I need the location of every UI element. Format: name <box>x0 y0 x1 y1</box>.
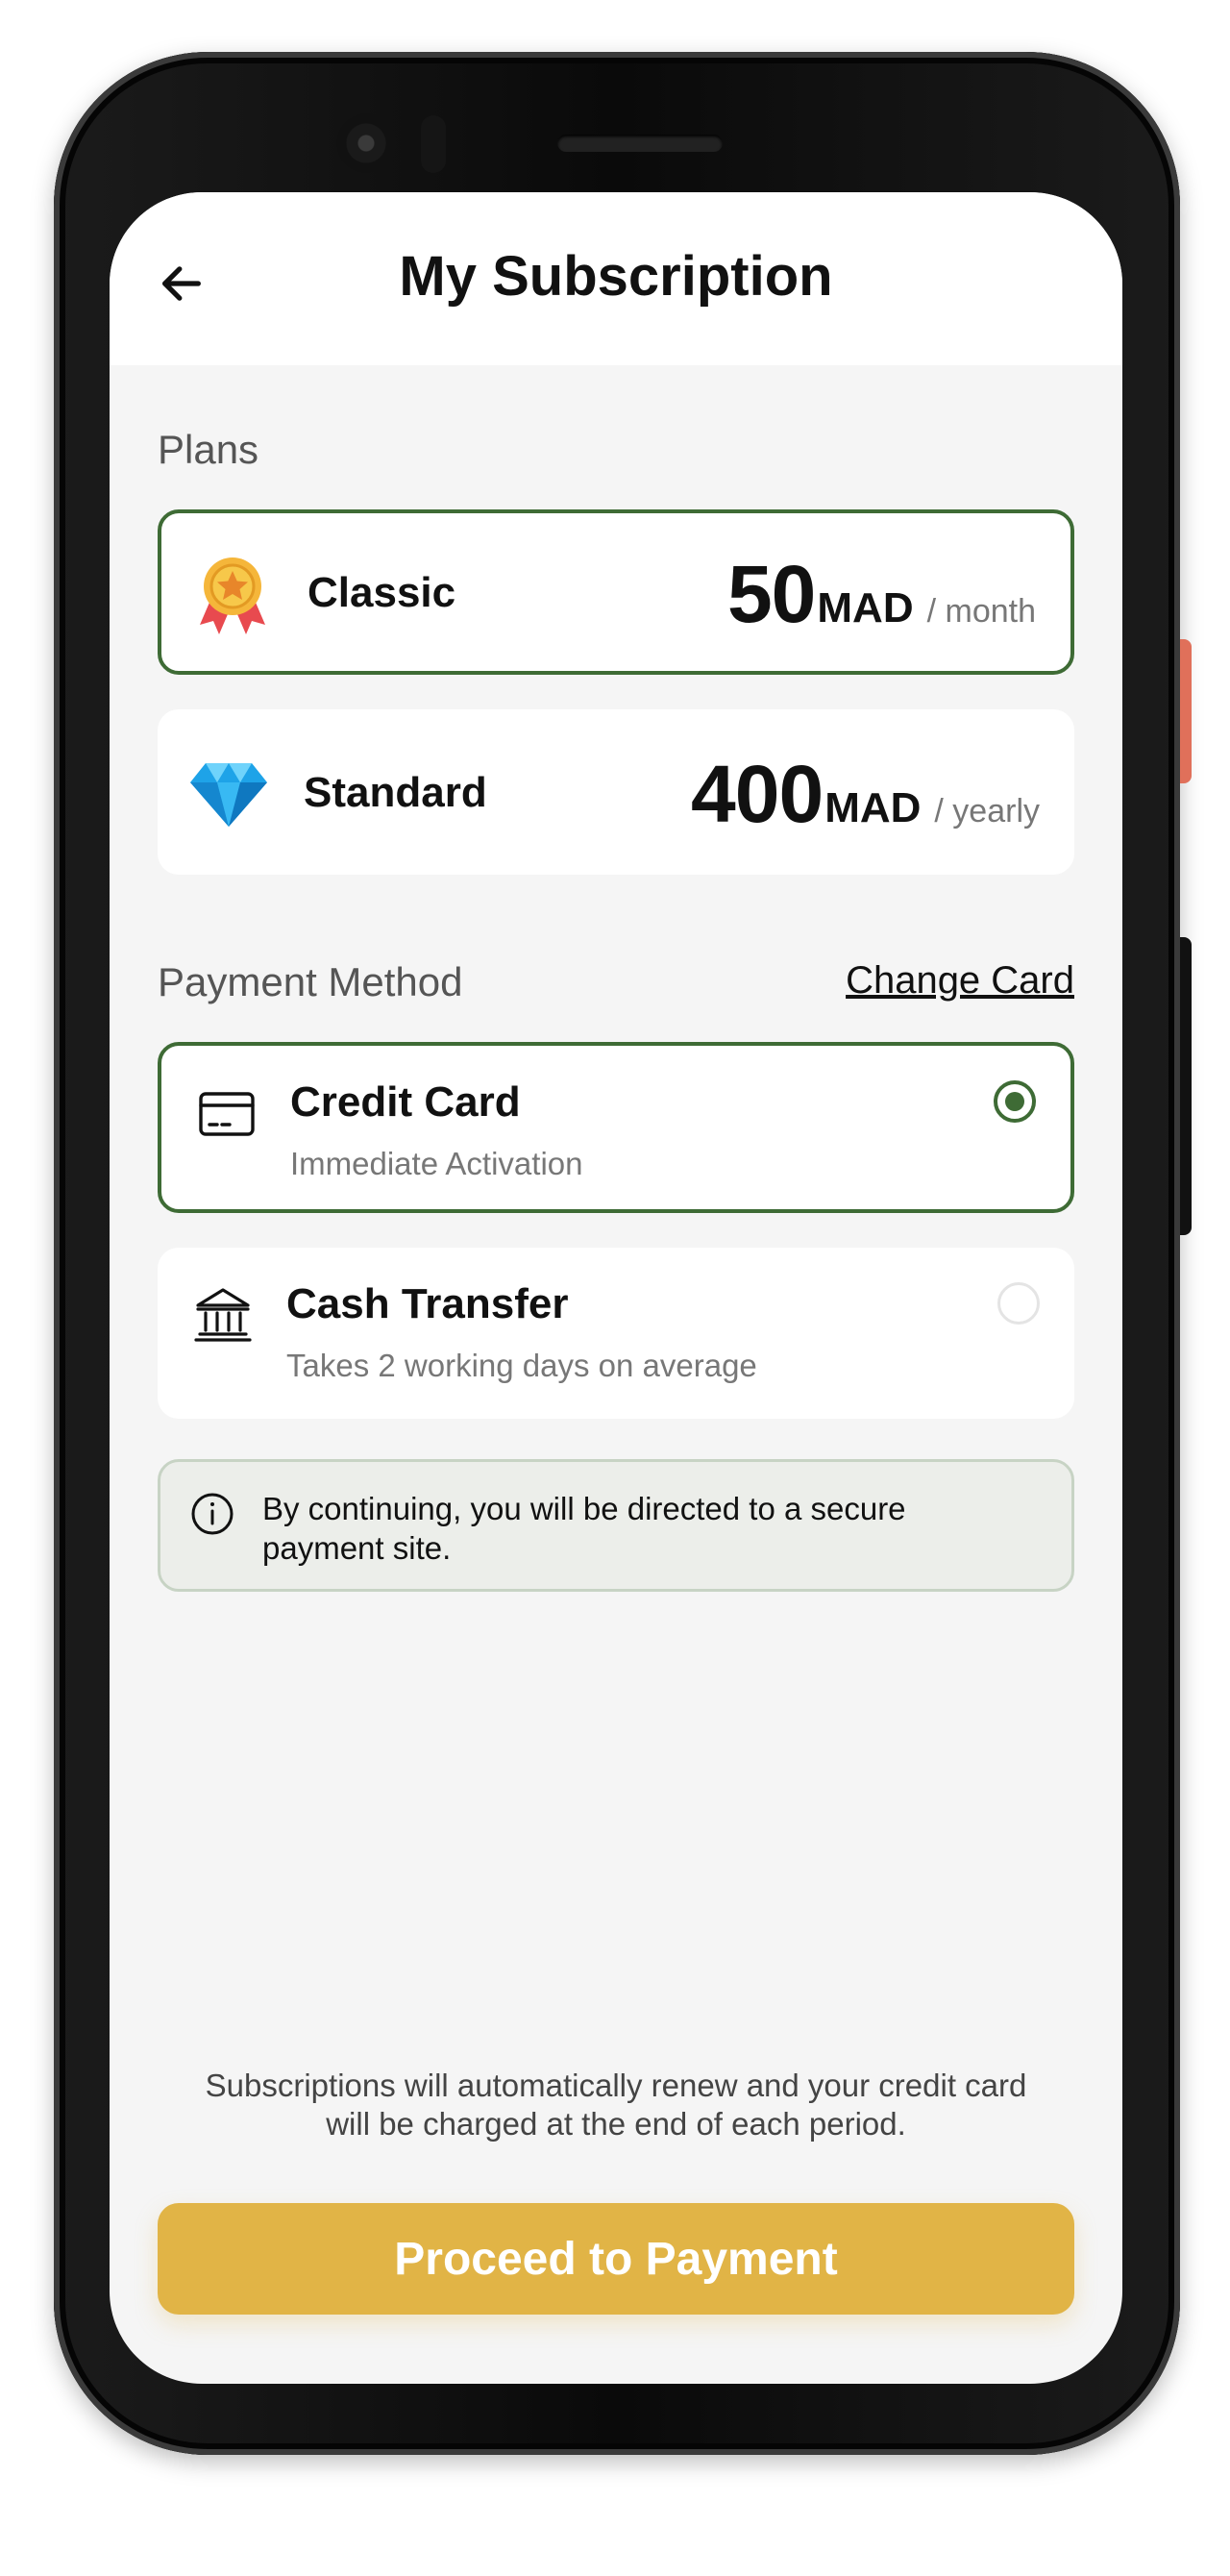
earpiece-speaker <box>557 135 723 152</box>
plan-name: Standard <box>304 769 487 816</box>
volume-button <box>1180 937 1192 1235</box>
front-camera <box>336 113 396 173</box>
plan-price: 400 MAD / yearly <box>691 748 1040 841</box>
renewal-disclaimer: Subscriptions will automatically renew a… <box>205 2068 1027 2142</box>
page-title: My Subscription <box>399 245 833 308</box>
bank-icon <box>194 1288 252 1342</box>
payment-option-name: Credit Card <box>290 1078 521 1126</box>
payment-section-label: Payment Method <box>158 959 463 1004</box>
payment-option-credit-card[interactable]: Credit Card Immediate Activation <box>158 1042 1074 1213</box>
proceed-to-payment-button[interactable]: Proceed to Payment <box>158 2203 1074 2315</box>
payment-option-cash-transfer[interactable]: Cash Transfer Takes 2 working days on av… <box>158 1248 1074 1419</box>
proximity-sensor <box>421 115 446 173</box>
notice-text: By continuing, you will be directed to a… <box>262 1491 906 1566</box>
power-button <box>1180 639 1192 783</box>
price-currency: MAD <box>817 584 914 632</box>
plans-section-label: Plans <box>158 427 259 472</box>
payment-option-subtitle: Takes 2 working days on average <box>286 1348 757 1383</box>
plan-card-standard[interactable]: Standard 400 MAD / yearly <box>158 709 1074 875</box>
payment-option-subtitle: Immediate Activation <box>290 1146 583 1181</box>
price-amount: 50 <box>726 549 816 639</box>
app-screen: My Subscription Plans Classic 50 MAD / m… <box>110 192 1122 2384</box>
radio-selected[interactable] <box>994 1080 1036 1123</box>
plan-card-classic[interactable]: Classic 50 MAD / month <box>158 509 1074 675</box>
price-period: / yearly <box>934 793 1040 830</box>
price-period: / month <box>926 593 1036 630</box>
price-currency: MAD <box>824 784 922 831</box>
plan-price: 50 MAD / month <box>727 548 1036 641</box>
app-header: My Subscription <box>110 192 1122 365</box>
info-icon <box>191 1493 234 1535</box>
diamond-icon <box>190 763 267 827</box>
info-notice: By continuing, you will be directed to a… <box>158 1459 1074 1592</box>
price-amount: 400 <box>691 749 824 839</box>
radio-unselected[interactable] <box>997 1282 1040 1325</box>
credit-card-icon <box>199 1092 255 1136</box>
medal-icon <box>200 557 265 634</box>
payment-option-name: Cash Transfer <box>286 1280 569 1327</box>
plan-name: Classic <box>308 569 456 616</box>
change-card-link[interactable]: Change Card <box>846 959 1074 1003</box>
